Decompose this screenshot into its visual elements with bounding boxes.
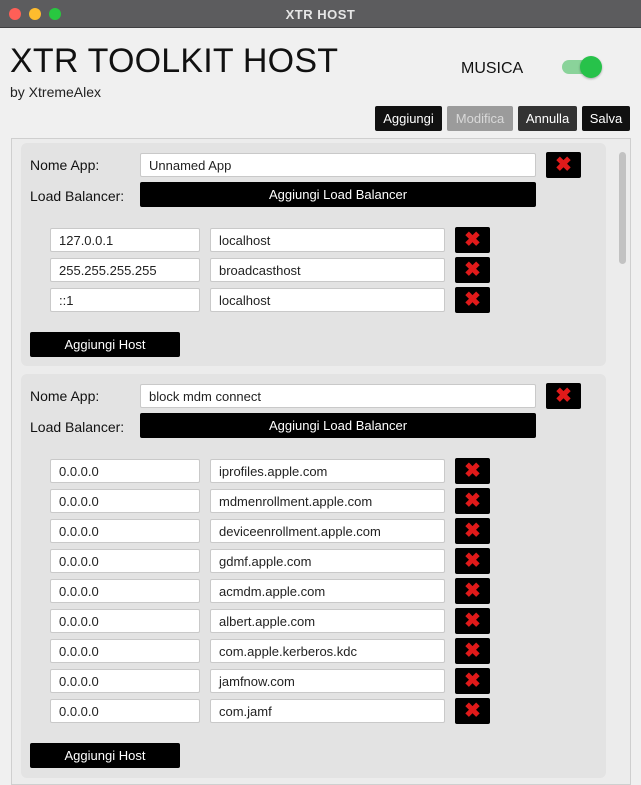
toggle-knob <box>580 56 602 78</box>
host-ip-input[interactable]: 0.0.0.0 <box>50 489 200 513</box>
add-app-button[interactable]: Aggiungi <box>375 106 442 131</box>
hostname-input[interactable]: gdmf.apple.com <box>210 549 445 573</box>
app-name-label: Nome App: <box>30 157 100 173</box>
close-x-icon: ✖ <box>464 520 481 542</box>
close-x-icon: ✖ <box>464 229 481 251</box>
app-name-input[interactable]: block mdm connect <box>140 384 536 408</box>
close-x-icon: ✖ <box>464 580 481 602</box>
host-ip-input[interactable]: 127.0.0.1 <box>50 228 200 252</box>
close-x-icon: ✖ <box>464 610 481 632</box>
add-host-button[interactable]: Aggiungi Host <box>30 332 180 357</box>
hostname-input[interactable]: mdmenrollment.apple.com <box>210 489 445 513</box>
host-ip-input[interactable]: 0.0.0.0 <box>50 519 200 543</box>
delete-host-button[interactable]: ✖ <box>455 698 490 724</box>
delete-app-button[interactable]: ✖ <box>546 383 581 409</box>
close-x-icon: ✖ <box>464 550 481 572</box>
close-x-icon: ✖ <box>555 385 572 407</box>
close-x-icon: ✖ <box>464 460 481 482</box>
hostname-input[interactable]: localhost <box>210 288 445 312</box>
host-ip-input[interactable]: 0.0.0.0 <box>50 699 200 723</box>
delete-host-button[interactable]: ✖ <box>455 578 490 604</box>
hostname-input[interactable]: deviceenrollment.apple.com <box>210 519 445 543</box>
close-x-icon: ✖ <box>464 259 481 281</box>
close-x-icon: ✖ <box>464 289 481 311</box>
load-balancer-label: Load Balancer: <box>30 188 125 204</box>
delete-host-button[interactable]: ✖ <box>455 668 490 694</box>
delete-host-button[interactable]: ✖ <box>455 287 490 313</box>
hostname-input[interactable]: broadcasthost <box>210 258 445 282</box>
close-x-icon: ✖ <box>464 700 481 722</box>
app-title: XTR TOOLKIT HOST <box>10 42 339 80</box>
app-name-input[interactable]: Unnamed App <box>140 153 536 177</box>
host-ip-input[interactable]: 255.255.255.255 <box>50 258 200 282</box>
host-ip-input[interactable]: 0.0.0.0 <box>50 549 200 573</box>
hostname-input[interactable]: albert.apple.com <box>210 609 445 633</box>
host-ip-input[interactable]: 0.0.0.0 <box>50 459 200 483</box>
add-load-balancer-button[interactable]: Aggiungi Load Balancer <box>140 413 536 438</box>
delete-host-button[interactable]: ✖ <box>455 488 490 514</box>
close-x-icon: ✖ <box>555 154 572 176</box>
window-title: XTR HOST <box>285 7 356 22</box>
host-ip-input[interactable]: 0.0.0.0 <box>50 609 200 633</box>
cancel-button[interactable]: Annulla <box>518 106 577 131</box>
delete-host-button[interactable]: ✖ <box>455 458 490 484</box>
hostname-input[interactable]: iprofiles.apple.com <box>210 459 445 483</box>
host-ip-input[interactable]: 0.0.0.0 <box>50 639 200 663</box>
music-toggle[interactable] <box>562 56 602 78</box>
hostname-input[interactable]: localhost <box>210 228 445 252</box>
edit-button[interactable]: Modifica <box>447 106 513 131</box>
title-bar: XTR HOST <box>0 0 641 28</box>
delete-host-button[interactable]: ✖ <box>455 227 490 253</box>
hostname-input[interactable]: acmdm.apple.com <box>210 579 445 603</box>
load-balancer-label: Load Balancer: <box>30 419 125 435</box>
vertical-scrollbar[interactable] <box>616 146 628 785</box>
delete-host-button[interactable]: ✖ <box>455 638 490 664</box>
save-button[interactable]: Salva <box>582 106 630 131</box>
close-x-icon: ✖ <box>464 640 481 662</box>
delete-host-button[interactable]: ✖ <box>455 257 490 283</box>
host-ip-input[interactable]: ::1 <box>50 288 200 312</box>
delete-app-button[interactable]: ✖ <box>546 152 581 178</box>
app-name-label: Nome App: <box>30 388 100 404</box>
close-x-icon: ✖ <box>464 490 481 512</box>
scrollbar-thumb[interactable] <box>619 152 626 264</box>
delete-host-button[interactable]: ✖ <box>455 548 490 574</box>
delete-host-button[interactable]: ✖ <box>455 608 490 634</box>
add-host-button[interactable]: Aggiungi Host <box>30 743 180 768</box>
close-x-icon: ✖ <box>464 670 481 692</box>
host-ip-input[interactable]: 0.0.0.0 <box>50 579 200 603</box>
host-ip-input[interactable]: 0.0.0.0 <box>50 669 200 693</box>
hostname-input[interactable]: jamfnow.com <box>210 669 445 693</box>
hostname-input[interactable]: com.jamf <box>210 699 445 723</box>
music-label: MUSICA <box>461 60 524 77</box>
add-load-balancer-button[interactable]: Aggiungi Load Balancer <box>140 182 536 207</box>
app-subtitle: by XtremeAlex <box>10 84 102 100</box>
delete-host-button[interactable]: ✖ <box>455 518 490 544</box>
hostname-input[interactable]: com.apple.kerberos.kdc <box>210 639 445 663</box>
